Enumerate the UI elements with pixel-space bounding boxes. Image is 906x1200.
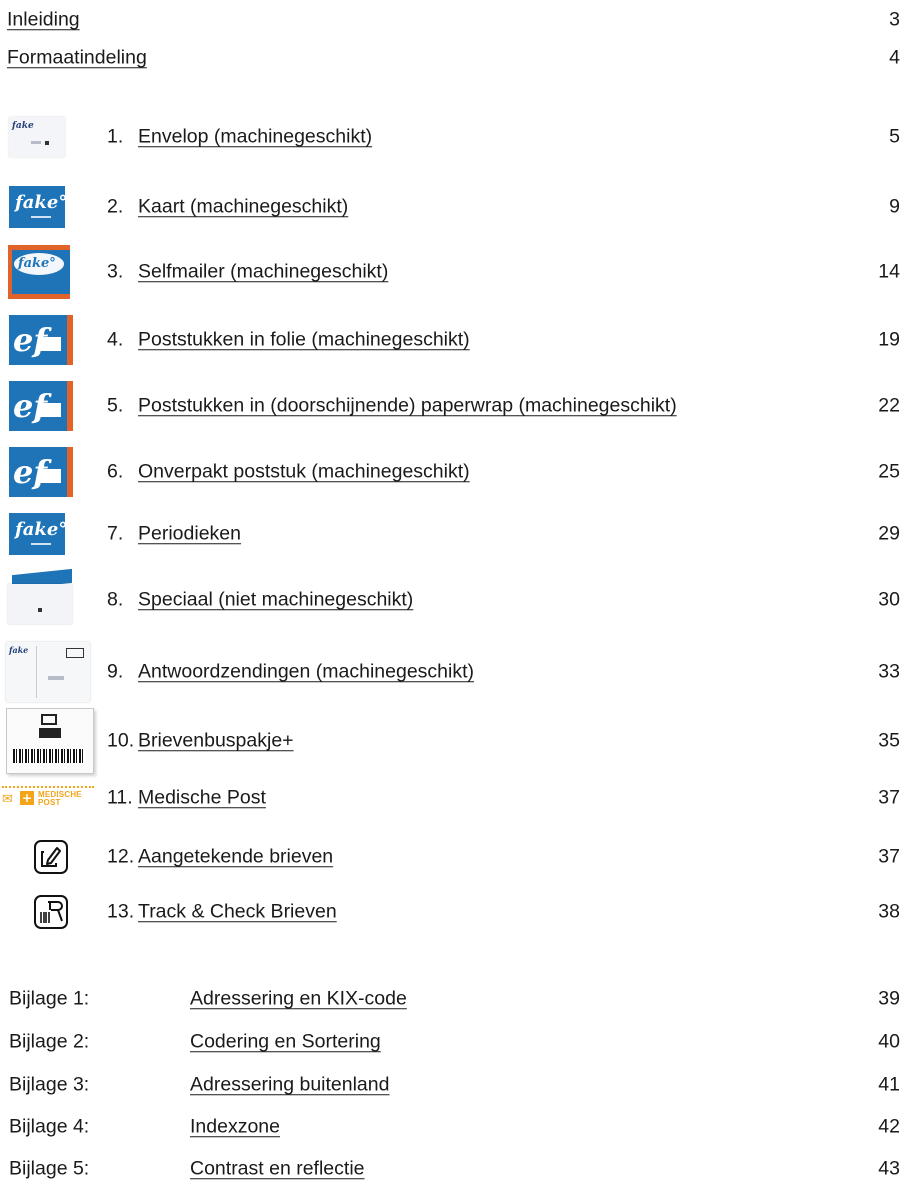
toc-page-number: 25 [878, 460, 900, 483]
toc-link-chapter-8[interactable]: Speciaal (niet machinegeschikt) [138, 590, 413, 610]
special-thumbnail [8, 568, 76, 628]
reply-thumbnail: fake [6, 642, 90, 702]
toc-link-chapter-11[interactable]: Medische Post [138, 788, 266, 808]
toc-page-number: 37 [878, 786, 900, 809]
appendix-label: Bijlage 5: [9, 1157, 90, 1180]
chapter-number: 5. [107, 394, 124, 417]
toc-entry-chapter-2[interactable]: fake° 2. Kaart (machinegeschikt) 9 [0, 186, 906, 228]
envelope-thumbnail: fake [9, 117, 65, 157]
toc-entry-appendix-2[interactable]: Bijlage 2: Codering en Sortering 40 [0, 1022, 906, 1062]
toc-link-chapter-7[interactable]: Periodieken [138, 524, 241, 544]
card-thumbnail: fake° [9, 186, 67, 228]
chapter-number: 4. [107, 328, 124, 351]
toc-entry-chapter-6[interactable]: ef 6. Onverpakt poststuk (machinegeschik… [0, 447, 906, 497]
ef-thumbnail: ef [9, 381, 73, 431]
toc-link-chapter-6[interactable]: Onverpakt poststuk (machinegeschikt) [138, 462, 470, 482]
chapter-number: 3. [107, 260, 124, 283]
selfmailer-thumbnail: fake° [8, 245, 70, 299]
toc-link-appendix-2[interactable]: Codering en Sortering [190, 1032, 381, 1052]
toc-page-number: 43 [878, 1157, 900, 1180]
toc-link-chapter-9[interactable]: Antwoordzendingen (machinegeschikt) [138, 662, 474, 682]
parcel-thumbnail [6, 708, 94, 774]
toc-entry-appendix-5[interactable]: Bijlage 5: Contrast en reflectie 43 [0, 1149, 906, 1189]
toc-page-number: 40 [878, 1030, 900, 1053]
toc-page-number: 14 [878, 260, 900, 283]
toc-entry-chapter-4[interactable]: ef 4. Poststukken in folie (machinegesch… [0, 315, 906, 365]
ef-thumbnail: ef [9, 447, 73, 497]
toc-entry-chapter-7[interactable]: fake° 7. Periodieken 29 [0, 513, 906, 555]
chapter-number: 11. [107, 786, 133, 809]
chapter-number: 13. [107, 900, 135, 923]
toc-link-appendix-5[interactable]: Contrast en reflectie [190, 1159, 365, 1179]
chapter-number: 10. [107, 729, 135, 752]
toc-entry-chapter-11[interactable]: ✉ + MEDISCHE POST 11. Medische Post 37 [0, 778, 906, 818]
toc-page-number: 4 [889, 46, 900, 69]
chapter-number: 12. [107, 845, 135, 868]
toc-entry-appendix-1[interactable]: Bijlage 1: Adressering en KIX-code 39 [0, 979, 906, 1019]
toc-entry-chapter-1[interactable]: fake 1. Envelop (machinegeschikt) 5 [0, 117, 906, 157]
toc-entry-chapter-12[interactable]: 12. Aangetekende brieven 37 [0, 837, 906, 877]
toc-link-chapter-10[interactable]: Brievenbuspakje+ [138, 731, 294, 751]
toc-link-chapter-12[interactable]: Aangetekende brieven [138, 847, 333, 867]
toc-link-appendix-1[interactable]: Adressering en KIX-code [190, 989, 407, 1009]
chapter-number: 1. [107, 125, 124, 148]
toc-page-number: 41 [878, 1073, 900, 1096]
chapter-number: 9. [107, 660, 124, 683]
medical-cross-icon: + [20, 791, 34, 805]
ef-thumbnail: ef [9, 315, 73, 365]
medical-post-thumbnail: ✉ + MEDISCHE POST [2, 786, 94, 810]
toc-page-number: 39 [878, 987, 900, 1010]
toc-link-intro[interactable]: Inleiding [7, 10, 80, 30]
toc-link-format[interactable]: Formaatindeling [7, 48, 147, 68]
toc-page-number: 19 [878, 328, 900, 351]
toc-entry-appendix-4[interactable]: Bijlage 4: Indexzone 42 [0, 1107, 906, 1147]
appendix-label: Bijlage 1: [9, 987, 90, 1010]
toc-link-appendix-3[interactable]: Adressering buitenland [190, 1075, 389, 1095]
registered-letter-icon [34, 840, 68, 874]
toc-link-appendix-4[interactable]: Indexzone [190, 1117, 280, 1137]
toc-entry-appendix-3[interactable]: Bijlage 3: Adressering buitenland 41 [0, 1065, 906, 1105]
card-thumbnail: fake° [9, 513, 67, 555]
toc-page-number: 35 [878, 729, 900, 752]
toc-entry-chapter-13[interactable]: 13. Track & Check Brieven 38 [0, 892, 906, 932]
toc-page-number: 30 [878, 588, 900, 611]
toc-page-number: 9 [889, 195, 900, 218]
toc-page-number: 37 [878, 845, 900, 868]
chapter-number: 7. [107, 522, 124, 545]
toc-entry-chapter-3[interactable]: fake° 3. Selfmailer (machinegeschikt) 14 [0, 245, 906, 299]
toc-entry-format[interactable]: Formaatindeling 4 [0, 38, 906, 78]
appendix-label: Bijlage 2: [9, 1030, 90, 1053]
toc-page-number: 42 [878, 1115, 900, 1138]
toc-page-number: 33 [878, 660, 900, 683]
appendix-label: Bijlage 3: [9, 1073, 90, 1096]
toc-link-chapter-13[interactable]: Track & Check Brieven [138, 902, 337, 922]
toc-link-chapter-5[interactable]: Poststukken in (doorschijnende) paperwra… [138, 396, 677, 416]
toc-entry-chapter-10[interactable]: 10. Brievenbuspakje+ 35 [0, 708, 906, 774]
toc-page-number: 5 [889, 125, 900, 148]
toc-page-number: 29 [878, 522, 900, 545]
toc-page-number: 38 [878, 900, 900, 923]
toc-link-chapter-4[interactable]: Poststukken in folie (machinegeschikt) [138, 330, 470, 350]
barcode-scanner-icon [34, 895, 68, 929]
toc-entry-chapter-8[interactable]: 8. Speciaal (niet machinegeschikt) 30 [0, 568, 906, 624]
envelope-icon: ✉ [2, 792, 13, 807]
toc-entry-chapter-5[interactable]: ef 5. Poststukken in (doorschijnende) pa… [0, 381, 906, 431]
toc-page-number: 22 [878, 394, 900, 417]
toc-link-chapter-1[interactable]: Envelop (machinegeschikt) [138, 127, 372, 147]
toc-entry-chapter-9[interactable]: fake 9. Antwoordzendingen (machinegeschi… [0, 642, 906, 702]
chapter-number: 2. [107, 195, 124, 218]
appendix-label: Bijlage 4: [9, 1115, 90, 1138]
toc-page-number: 3 [889, 8, 900, 31]
toc-entry-intro[interactable]: Inleiding 3 [0, 0, 906, 40]
chapter-number: 6. [107, 460, 124, 483]
toc-link-chapter-3[interactable]: Selfmailer (machinegeschikt) [138, 262, 388, 282]
chapter-number: 8. [107, 588, 124, 611]
toc-link-chapter-2[interactable]: Kaart (machinegeschikt) [138, 197, 348, 217]
